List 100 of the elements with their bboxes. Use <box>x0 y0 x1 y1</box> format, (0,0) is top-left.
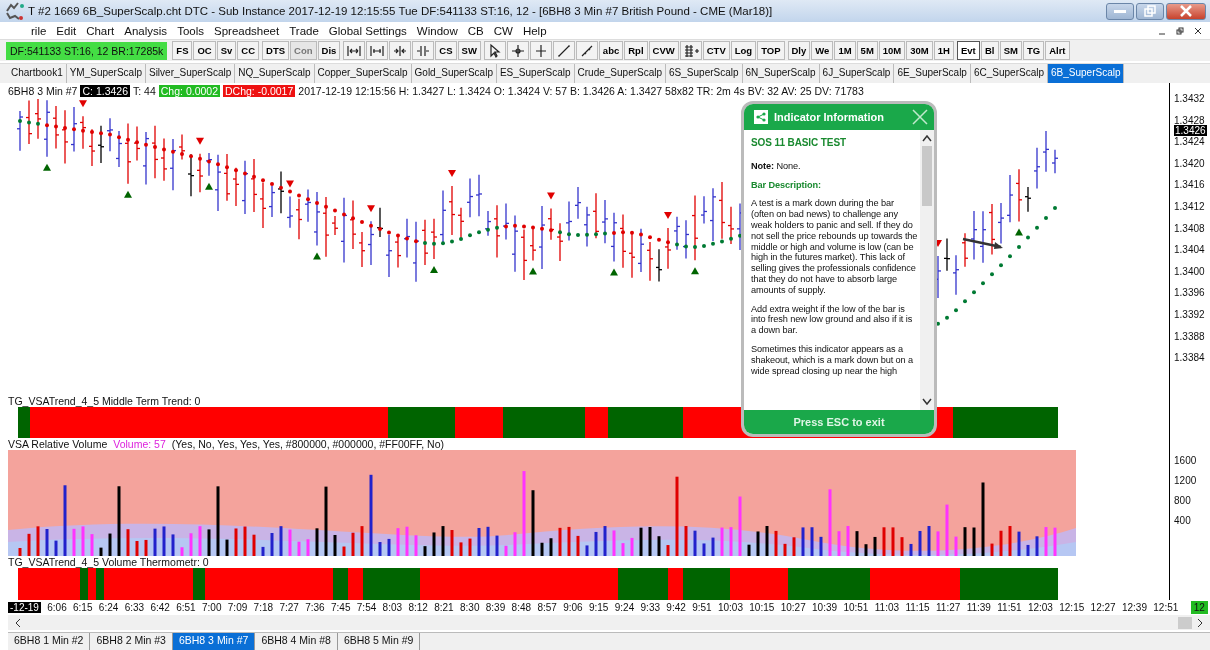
chart-tab[interactable]: 6BH8 4 Min #8 <box>255 633 338 650</box>
volume-axis-label: 800 <box>1174 495 1191 506</box>
toolbar-button[interactable]: Rpl <box>624 41 648 60</box>
time-axis-label: 8:39 <box>485 602 506 613</box>
tick-count-label: T: 44 <box>133 85 156 97</box>
chart-tab[interactable]: 6BH8 5 Min #9 <box>337 633 421 650</box>
menu-item[interactable]: Trade <box>284 24 324 37</box>
toolbar-button[interactable]: 5M <box>856 41 878 60</box>
toolbar-button[interactable]: CC <box>237 41 260 60</box>
chartbook-tab[interactable]: 6B_SuperScalp <box>1048 64 1125 83</box>
toolbar-button[interactable]: CS <box>435 41 457 60</box>
price-axis-label: 1.3428 <box>1174 114 1205 126</box>
chartbook-tab[interactable]: 6C_SuperScalp <box>970 64 1048 83</box>
toolbar-button[interactable]: SM <box>999 41 1022 60</box>
chart-tab[interactable]: 6BH8 2 Min #3 <box>90 633 173 650</box>
time-axis-label: 6:06 <box>47 602 67 613</box>
scroll-up-icon[interactable] <box>922 134 932 142</box>
chartbook-tab[interactable]: 6E_SuperScalp <box>894 64 971 83</box>
minimize-button[interactable] <box>1106 2 1134 20</box>
price-axis-label: 1.3432 <box>1174 93 1205 104</box>
toolbar-button[interactable]: Dly <box>787 41 811 60</box>
chartbook-tab[interactable]: 6N_SuperScalp <box>742 64 820 83</box>
menu-item[interactable]: rile <box>26 24 52 37</box>
toolbar-button[interactable]: DTS <box>262 41 290 60</box>
toolbar-tool-button[interactable] <box>389 41 412 60</box>
time-axis-label: 8:48 <box>511 602 532 613</box>
toolbar-button[interactable]: abc <box>598 41 624 60</box>
chartbook-tab[interactable]: 6J_SuperScalp <box>819 64 895 83</box>
time-axis-label: 6:24 <box>98 602 119 613</box>
chartbook-tab[interactable]: Copper_SuperScalp <box>314 64 412 83</box>
scroll-left-icon[interactable] <box>14 617 22 628</box>
toolbar-button[interactable]: OC <box>193 41 216 60</box>
chart-tab[interactable]: 6BH8 3 Min #7 <box>172 633 256 650</box>
menu-item[interactable]: Analysis <box>119 24 173 37</box>
toolbar-button[interactable]: CTV <box>702 41 730 60</box>
chartbook-tab[interactable]: YM_SuperScalp <box>66 64 146 83</box>
toolbar-button[interactable]: 1M <box>834 41 856 60</box>
toolbar-tool-button[interactable] <box>552 41 575 60</box>
dialog-title: Indicator Information <box>774 111 884 123</box>
time-axis-label: 8:03 <box>382 602 403 613</box>
scroll-down-icon[interactable] <box>922 398 932 406</box>
toolbar-button[interactable]: Evt <box>956 41 980 60</box>
toolbar-button[interactable]: We <box>811 41 834 60</box>
menu-item[interactable]: Help <box>517 24 552 37</box>
chartbook-tab[interactable]: Chartbook1 <box>8 64 67 83</box>
time-axis-label: 10:39 <box>812 602 838 613</box>
time-axis-label: 8:30 <box>460 602 480 613</box>
toolbar-button[interactable]: Log <box>730 41 757 60</box>
restore-icon[interactable] <box>1176 26 1184 35</box>
menu-item[interactable]: Window <box>411 24 463 37</box>
time-axis-label: 6:51 <box>176 602 196 613</box>
scroll-right-icon[interactable] <box>1196 617 1204 628</box>
chartbook-tab[interactable]: Crude_SuperScalp <box>574 64 667 83</box>
indicator-label: TG_VSATrend_4_5 Middle Term Trend: 0 <box>8 395 201 407</box>
time-axis-label: 7:27 <box>279 602 299 613</box>
toolbar-button[interactable]: TG <box>1022 41 1045 60</box>
menu-item[interactable]: Spreadsheet <box>209 24 285 37</box>
toolbar-tool-button[interactable] <box>575 41 598 60</box>
close-button[interactable] <box>1166 2 1206 20</box>
time-axis-label: 12:27 <box>1090 602 1116 613</box>
toolbar-button[interactable]: Alrt <box>1045 41 1070 60</box>
toolbar-button[interactable]: 30M <box>906 41 933 60</box>
scrollbar-thumb[interactable] <box>922 146 932 206</box>
restore-button[interactable] <box>1136 2 1164 20</box>
scrollbar-thumb[interactable] <box>1178 616 1192 629</box>
time-axis-label: 9:24 <box>614 602 635 613</box>
toolbar-button[interactable]: FS <box>172 41 193 60</box>
menu-item[interactable]: Chart <box>81 24 120 37</box>
time-axis-label: 10:15 <box>749 602 775 613</box>
chartbook-tab[interactable]: ES_SuperScalp <box>496 64 575 83</box>
toolbar-tool-button[interactable] <box>343 41 366 60</box>
price-axis-label: 1.3420 <box>1174 157 1205 169</box>
menu-item[interactable]: Edit <box>51 24 82 37</box>
toolbar-button[interactable]: SW <box>457 41 481 60</box>
time-axis-label: 8:21 <box>434 602 454 613</box>
menu-item[interactable]: Tools <box>172 24 209 37</box>
toolbar-button[interactable]: Dis <box>317 41 341 60</box>
menu-item[interactable]: CW <box>488 24 518 37</box>
chartbook-tab[interactable]: NQ_SuperScalp <box>235 64 315 83</box>
toolbar-tool-button[interactable] <box>483 41 506 60</box>
toolbar-button[interactable]: CVW <box>648 41 679 60</box>
toolbar-button[interactable]: TOP <box>757 41 785 60</box>
price-axis-label: 1.3384 <box>1174 352 1205 364</box>
chartbook-tab[interactable]: Gold_SuperScalp <box>411 64 497 83</box>
chartbook-tab[interactable]: Silver_SuperScalp <box>145 64 236 83</box>
chart-tab[interactable]: 6BH8 1 Min #2 <box>8 633 91 650</box>
toolbar-button[interactable]: 10M <box>878 41 906 60</box>
close-icon[interactable] <box>1194 26 1202 35</box>
toolbar-tool-button[interactable] <box>679 41 702 60</box>
time-axis-label: 12:51 <box>1153 602 1179 613</box>
horizontal-scrollbar[interactable] <box>8 615 1210 630</box>
toolbar-tool-button[interactable] <box>506 41 529 60</box>
chartbook-tab[interactable]: 6S_SuperScalp <box>666 64 743 83</box>
toolbar-button[interactable]: Bl <box>980 41 999 60</box>
toolbar-button[interactable]: Sv <box>216 41 237 60</box>
menu-item[interactable]: Global Settings <box>323 24 412 37</box>
price-axis-label: 1.3396 <box>1174 287 1205 299</box>
menu-item[interactable]: CB <box>462 24 489 37</box>
toolbar-button[interactable]: 1H <box>933 41 954 60</box>
scrollbar[interactable] <box>920 130 934 410</box>
